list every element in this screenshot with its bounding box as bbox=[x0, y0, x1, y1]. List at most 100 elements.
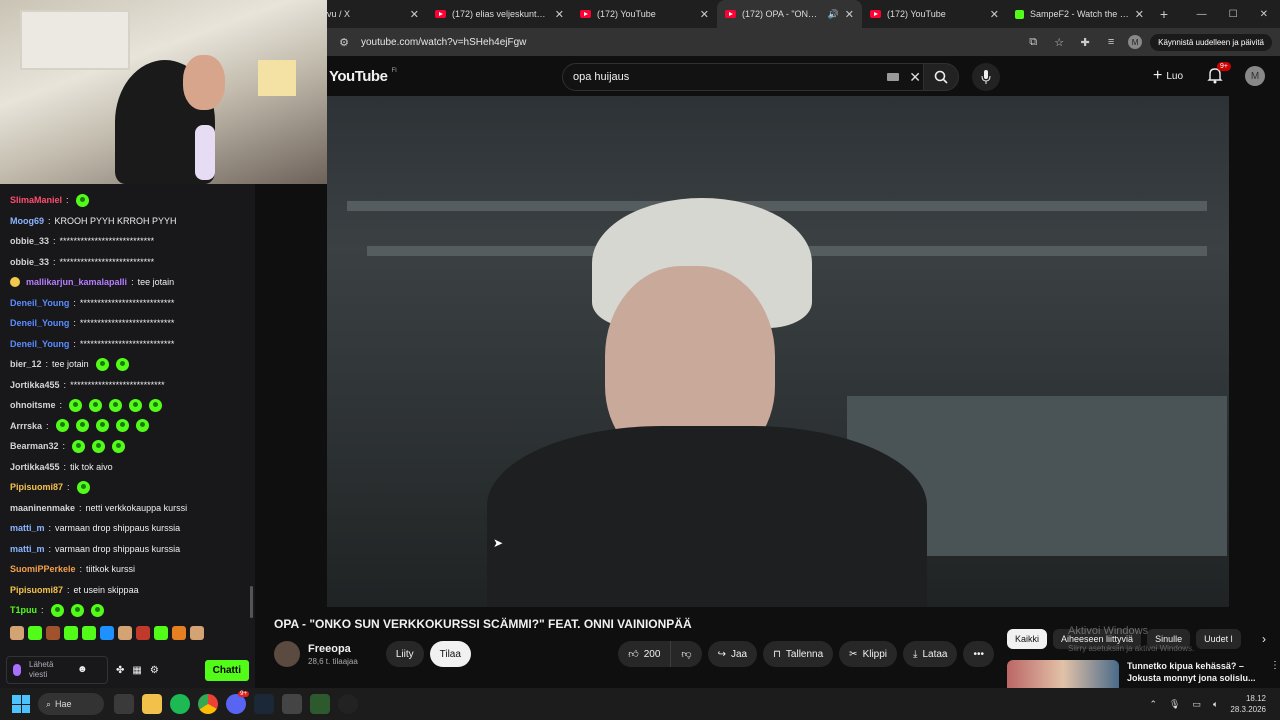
restart-update-button[interactable]: Käynnistä uudelleen ja päivitä bbox=[1150, 33, 1272, 51]
close-icon[interactable]: ✕ bbox=[700, 8, 709, 21]
share-button[interactable]: ↪ Jaa bbox=[707, 641, 758, 667]
youtube-logo[interactable]: YouTube FI bbox=[329, 68, 397, 85]
url-field[interactable]: youtube.com/watch?v=hSHeh4ejFgw bbox=[361, 37, 1016, 48]
chat-username[interactable]: T1puu bbox=[10, 600, 37, 621]
browser-tab[interactable]: SampeF2 - Watch the VOD ✕ bbox=[1007, 0, 1152, 28]
send-chat-button[interactable]: Chatti bbox=[204, 659, 249, 681]
dislike-button[interactable]: 👎︎ bbox=[671, 641, 702, 667]
emote-icon[interactable] bbox=[28, 625, 42, 640]
chevron-right-icon[interactable]: › bbox=[1262, 632, 1280, 646]
gift-icon[interactable]: ✤ bbox=[116, 665, 124, 676]
chat-username[interactable]: SlimaManiel bbox=[10, 190, 62, 211]
spotify-icon[interactable] bbox=[170, 694, 190, 714]
download-button[interactable]: ⤓ Lataa bbox=[903, 641, 958, 667]
emote-icon[interactable] bbox=[118, 625, 132, 640]
browser-tab[interactable]: vu / X ✕ bbox=[327, 0, 427, 28]
emote-picker-icon[interactable]: ☻ bbox=[77, 665, 88, 675]
close-icon[interactable]: ✕ bbox=[1135, 8, 1144, 21]
store-icon[interactable]: ▦ bbox=[132, 665, 141, 676]
chat-username[interactable]: mallikarjun_kamalapalli bbox=[26, 272, 127, 293]
settings-icon[interactable]: ⚙ bbox=[150, 665, 159, 676]
network-icon[interactable]: ▭ bbox=[1192, 699, 1201, 710]
channel-avatar[interactable] bbox=[274, 641, 300, 667]
chat-username[interactable]: Moog69 bbox=[10, 211, 44, 232]
chip-new[interactable]: Uudet l bbox=[1196, 629, 1241, 649]
browser-tab[interactable]: (172) YouTube ✕ bbox=[572, 0, 717, 28]
speaker-icon[interactable]: 🔊 bbox=[828, 9, 839, 20]
recommended-thumbnail[interactable] bbox=[1007, 660, 1119, 688]
more-actions-button[interactable]: ••• bbox=[963, 641, 994, 667]
chat-username[interactable]: Pipisuomi87 bbox=[10, 477, 63, 498]
browser-profile-avatar[interactable]: M bbox=[1128, 35, 1143, 49]
chat-username[interactable]: Deneil_Young bbox=[10, 334, 69, 355]
chat-message-input[interactable]: Lähetä viesti ☻ bbox=[6, 656, 108, 684]
obs-icon[interactable] bbox=[338, 694, 358, 714]
chat-username[interactable]: Pipisuomi87 bbox=[10, 580, 63, 601]
chat-username[interactable]: matti_m bbox=[10, 539, 45, 560]
like-button[interactable]: 👍︎ 200 bbox=[618, 641, 672, 667]
emote-icon[interactable] bbox=[64, 625, 78, 640]
app-rl-icon[interactable] bbox=[310, 694, 330, 714]
chat-username[interactable]: SuomiPPerkele bbox=[10, 559, 76, 580]
close-icon[interactable]: ✕ bbox=[410, 8, 419, 21]
clear-search-icon[interactable]: ✕ bbox=[909, 69, 921, 86]
chat-username[interactable]: Deneil_Young bbox=[10, 313, 69, 334]
taskbar-search[interactable]: ⌕ Hae bbox=[38, 693, 104, 715]
emote-icon[interactable] bbox=[154, 625, 168, 640]
chat-username[interactable]: maaninenmake bbox=[10, 498, 75, 519]
chat-username[interactable]: Jortikka455 bbox=[10, 375, 60, 396]
chat-username[interactable]: Jortikka455 bbox=[10, 457, 60, 478]
new-tab-button[interactable]: + bbox=[1152, 6, 1176, 22]
chat-scrollbar[interactable] bbox=[250, 586, 253, 618]
close-icon[interactable]: ✕ bbox=[845, 8, 854, 21]
clock[interactable]: 18.12 28.3.2026 bbox=[1230, 693, 1266, 715]
close-icon[interactable]: ✕ bbox=[555, 8, 564, 21]
emote-icon[interactable] bbox=[10, 625, 24, 640]
mic-tray-icon[interactable]: 🎙︎ bbox=[1169, 699, 1180, 710]
media-control-icon[interactable]: ≡ bbox=[1102, 36, 1120, 48]
site-info-icon[interactable]: ⚙ bbox=[335, 36, 353, 49]
file-explorer-icon[interactable] bbox=[142, 694, 162, 714]
minimize-icon[interactable]: — bbox=[1197, 9, 1207, 20]
emote-icon[interactable] bbox=[82, 625, 96, 640]
emote-icon[interactable] bbox=[172, 625, 186, 640]
emote-icon[interactable] bbox=[100, 625, 114, 640]
windows-start-icon[interactable] bbox=[12, 695, 30, 713]
account-avatar[interactable]: M bbox=[1245, 66, 1265, 86]
steam-icon[interactable] bbox=[254, 694, 274, 714]
close-window-icon[interactable]: ✕ bbox=[1260, 9, 1268, 20]
search-input[interactable]: opa huijaus ✕ bbox=[562, 63, 932, 91]
chevron-up-icon[interactable]: ⌃ bbox=[1150, 699, 1158, 710]
browser-tab-active[interactable]: (172) OPA - "ONKO SUN 🔊 ✕ bbox=[717, 0, 862, 28]
emote-icon[interactable] bbox=[46, 625, 60, 640]
clip-button[interactable]: ✂ Klippi bbox=[839, 641, 898, 667]
chat-username[interactable]: obbie_33 bbox=[10, 252, 49, 273]
video-player[interactable]: ➤ bbox=[327, 96, 1229, 607]
notifications-button[interactable]: 9+ bbox=[1207, 62, 1231, 86]
chrome-icon[interactable] bbox=[198, 694, 218, 714]
chip-all[interactable]: Kaikki bbox=[1007, 629, 1048, 649]
volume-icon[interactable]: 🔈︎ bbox=[1213, 699, 1218, 710]
keyboard-icon[interactable] bbox=[887, 73, 900, 81]
voice-search-button[interactable] bbox=[972, 63, 1000, 91]
chat-username[interactable]: obbie_33 bbox=[10, 231, 49, 252]
widgets-icon[interactable] bbox=[114, 694, 134, 714]
subscribe-button[interactable]: Tilaa bbox=[429, 641, 471, 667]
recommended-video[interactable]: Tunnetko kipua kehässä? – Jokusta monnyt… bbox=[1007, 660, 1280, 688]
chat-username[interactable]: bier_12 bbox=[10, 354, 42, 375]
discord-icon[interactable]: 9+ bbox=[226, 691, 249, 714]
chat-username[interactable]: ohnoitsme bbox=[10, 395, 56, 416]
close-icon[interactable]: ✕ bbox=[990, 8, 999, 21]
recommended-title[interactable]: Tunnetko kipua kehässä? – bbox=[1127, 660, 1256, 672]
chat-username[interactable]: Bearman32 bbox=[10, 436, 59, 457]
maximize-icon[interactable]: ☐ bbox=[1229, 9, 1238, 20]
bookmark-star-icon[interactable]: ☆ bbox=[1050, 36, 1068, 49]
chat-username[interactable]: Deneil_Young bbox=[10, 293, 69, 314]
emote-icon[interactable] bbox=[136, 625, 150, 640]
xbox-icon[interactable] bbox=[282, 694, 302, 714]
browser-tab[interactable]: (172) elias veljeskunta - YouTube ✕ bbox=[427, 0, 572, 28]
chat-username[interactable]: Arrrska bbox=[10, 416, 42, 437]
chat-username[interactable]: matti_m bbox=[10, 518, 45, 539]
cast-icon[interactable]: ⧉ bbox=[1024, 36, 1042, 49]
emote-icon[interactable] bbox=[190, 625, 204, 640]
